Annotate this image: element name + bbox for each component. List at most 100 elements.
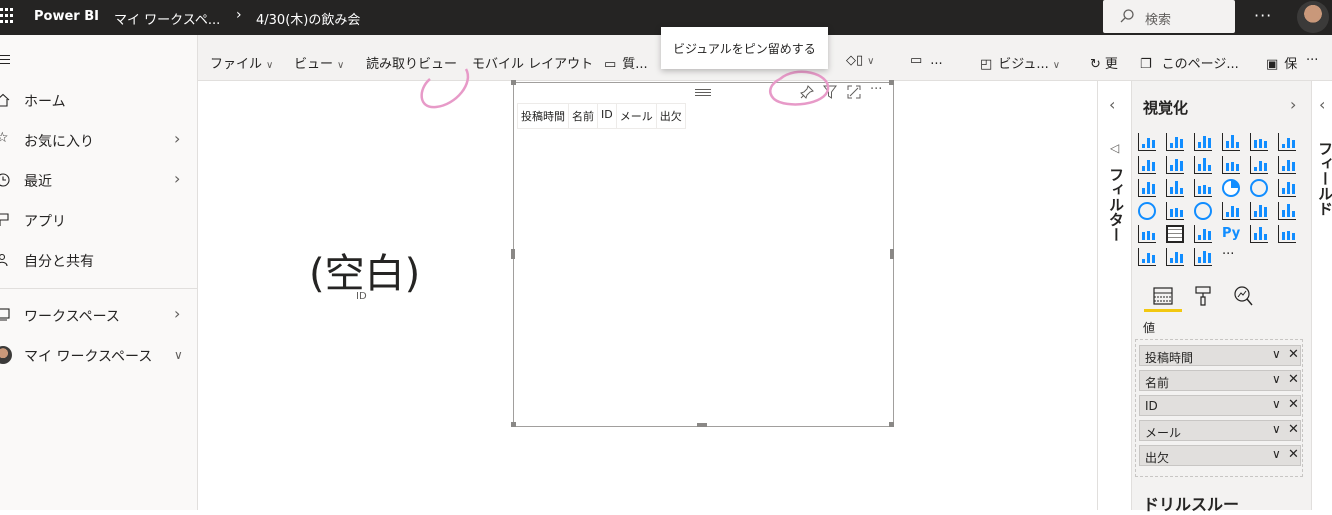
chevron-down-icon[interactable]: ∨: [1272, 422, 1281, 436]
funnel-icon[interactable]: [1166, 179, 1184, 197]
file-menu-label: ファイル: [210, 57, 263, 72]
file-menu[interactable]: ファイル ∨: [210, 53, 273, 72]
field-pill[interactable]: 投稿時間 ∨ ✕: [1139, 345, 1301, 366]
more-visuals-icon[interactable]: ···: [1222, 248, 1240, 266]
line-column-icon[interactable]: [1222, 156, 1240, 174]
more-options-icon[interactable]: ···: [1254, 6, 1272, 25]
waterfall-icon[interactable]: [1138, 179, 1156, 197]
chevron-right-icon[interactable]: ›: [1290, 95, 1296, 114]
line-chart-icon[interactable]: [1138, 156, 1156, 174]
app-brand[interactable]: Power BI: [34, 9, 99, 24]
key-influencers-icon[interactable]: [1250, 225, 1268, 243]
stacked-column-icon[interactable]: [1166, 133, 1184, 151]
100-bar-icon[interactable]: [1250, 133, 1268, 151]
resize-handle[interactable]: [697, 423, 707, 427]
area-chart-icon[interactable]: [1166, 156, 1184, 174]
filled-map-icon[interactable]: [1166, 202, 1184, 220]
fields-tab-icon[interactable]: [1152, 285, 1174, 307]
slicer-icon[interactable]: [1138, 225, 1156, 243]
ribbon-chart-icon[interactable]: [1278, 156, 1296, 174]
shapes-button[interactable]: ◇▯ ∨: [846, 53, 874, 68]
drag-handle-icon[interactable]: [695, 89, 711, 98]
resize-handle[interactable]: [511, 249, 515, 259]
multirow-card-icon[interactable]: [1250, 202, 1268, 220]
table-visual[interactable]: ··· 投稿時間 名前 ID メール 出欠: [511, 80, 894, 427]
column-header[interactable]: 投稿時間: [518, 104, 569, 128]
pie-chart-icon[interactable]: [1222, 179, 1240, 197]
remove-field-icon[interactable]: ✕: [1288, 447, 1299, 462]
filters-pane[interactable]: ‹ ◁ フィルター: [1097, 81, 1131, 510]
analytics-magnifier-icon[interactable]: [1232, 285, 1254, 307]
focus-mode-icon[interactable]: [847, 85, 861, 103]
chevron-down-icon[interactable]: ∨: [1272, 397, 1281, 411]
hamburger-icon[interactable]: [0, 55, 10, 67]
nav-item-home[interactable]: ホーム: [0, 83, 198, 119]
chevron-down-icon[interactable]: ∨: [1272, 372, 1281, 386]
save-button[interactable]: ▣ 保: [1266, 53, 1297, 72]
visual-more-icon[interactable]: ···: [870, 82, 882, 97]
nav-item-shared[interactable]: 自分と共有: [0, 243, 198, 279]
view-menu[interactable]: ビュー ∨: [294, 53, 344, 72]
map-icon[interactable]: [1138, 202, 1156, 220]
remove-field-icon[interactable]: ✕: [1288, 372, 1299, 387]
visual-button[interactable]: ◰ ビジュ... ∨: [980, 53, 1060, 72]
kpi-icon[interactable]: [1278, 202, 1296, 220]
field-pill[interactable]: 出欠 ∨ ✕: [1139, 445, 1301, 466]
paginated-icon[interactable]: [1194, 248, 1212, 266]
stacked-bar-icon[interactable]: [1138, 133, 1156, 151]
column-header[interactable]: メール: [617, 104, 657, 128]
format-paint-roller-icon[interactable]: [1192, 285, 1214, 307]
mobile-layout-button[interactable]: モバイル レイアウト: [472, 53, 593, 72]
treemap-icon[interactable]: [1278, 179, 1296, 197]
breadcrumb-report[interactable]: 4/30(木)の飲み会: [256, 9, 360, 28]
field-pill[interactable]: ID ∨ ✕: [1139, 395, 1301, 416]
nav-item-apps[interactable]: アプリ: [0, 203, 198, 239]
column-header[interactable]: ID: [598, 104, 617, 128]
resize-handle[interactable]: [511, 422, 516, 427]
chevron-left-icon[interactable]: ‹: [1109, 95, 1115, 114]
field-pill[interactable]: 名前 ∨ ✕: [1139, 370, 1301, 391]
line-clustered-icon[interactable]: [1250, 156, 1268, 174]
nav-item-favorites[interactable]: ☆ お気に入り ›: [0, 123, 198, 159]
nav-item-workspaces[interactable]: ワークスペース ›: [0, 298, 198, 334]
breadcrumb-workspace[interactable]: マイ ワークスペ...: [114, 9, 220, 28]
this-page-button[interactable]: ❐ このページ...: [1140, 53, 1239, 72]
chevron-down-icon[interactable]: ∨: [1272, 447, 1281, 461]
resize-handle[interactable]: [890, 249, 894, 259]
resize-handle[interactable]: [511, 80, 516, 85]
qa-visual-icon[interactable]: [1138, 248, 1156, 266]
textbox-button[interactable]: ▭...: [910, 53, 943, 68]
app-launcher-icon[interactable]: [0, 8, 14, 26]
clustered-column-icon[interactable]: [1222, 133, 1240, 151]
matrix-icon[interactable]: [1194, 225, 1212, 243]
smart-narrative-icon[interactable]: [1166, 248, 1184, 266]
search-box[interactable]: 検索: [1103, 0, 1235, 33]
stacked-area-icon[interactable]: [1194, 156, 1212, 174]
card-icon[interactable]: [1222, 202, 1240, 220]
scatter-icon[interactable]: [1194, 179, 1212, 197]
user-avatar[interactable]: [1297, 1, 1329, 33]
resize-handle[interactable]: [889, 422, 894, 427]
chevron-left-icon[interactable]: ‹: [1319, 95, 1325, 114]
chevron-down-icon[interactable]: ∨: [1272, 347, 1281, 361]
remove-field-icon[interactable]: ✕: [1288, 347, 1299, 362]
nav-item-recent[interactable]: 最近 ›: [0, 163, 198, 199]
column-header[interactable]: 名前: [569, 104, 598, 128]
100-column-icon[interactable]: [1278, 133, 1296, 151]
field-pill[interactable]: メール ∨ ✕: [1139, 420, 1301, 441]
fields-pane[interactable]: ‹ フィールド: [1311, 81, 1332, 510]
resize-handle[interactable]: [889, 80, 894, 85]
nav-item-my-workspace[interactable]: マイ ワークスペース ∨: [0, 338, 198, 374]
decomposition-tree-icon[interactable]: [1278, 225, 1296, 243]
qa-button[interactable]: ▭ 質...: [604, 53, 648, 72]
python-visual-icon[interactable]: Py: [1222, 225, 1240, 243]
donut-chart-icon[interactable]: [1250, 179, 1268, 197]
toolbar-more-icon[interactable]: ···: [1306, 53, 1318, 68]
table-icon[interactable]: [1166, 225, 1184, 243]
gauge-icon[interactable]: [1194, 202, 1212, 220]
column-header[interactable]: 出欠: [657, 104, 685, 128]
remove-field-icon[interactable]: ✕: [1288, 422, 1299, 437]
clustered-bar-icon[interactable]: [1194, 133, 1212, 151]
refresh-button[interactable]: ↻ 更: [1090, 53, 1118, 72]
remove-field-icon[interactable]: ✕: [1288, 397, 1299, 412]
